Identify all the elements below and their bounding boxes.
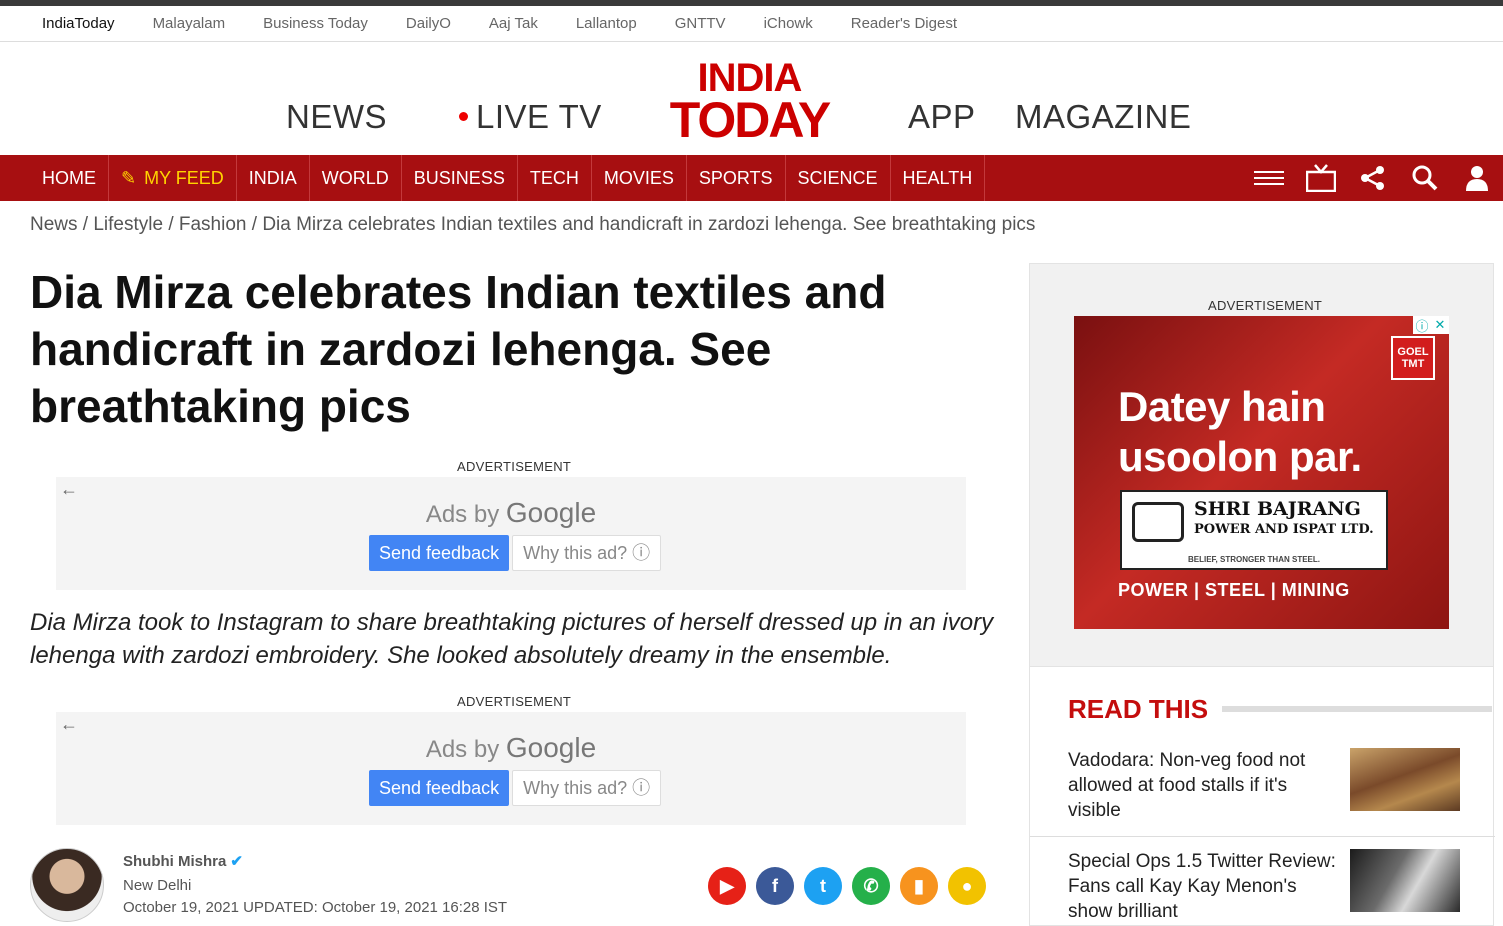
company-tagline: BELIEF, STRONGER THAN STEEL.	[1187, 555, 1320, 564]
nav-movies[interactable]: MOVIES	[592, 155, 687, 201]
sidebar-ad-headline-line1: Datey hain	[1118, 383, 1326, 430]
send-feedback-button[interactable]: Send feedback	[369, 535, 510, 571]
author-avatar[interactable]	[30, 848, 104, 922]
nav-my-feed-label: MY FEED	[144, 168, 224, 188]
google-ad-1: ← Ads by Google Send feedback Why this a…	[56, 477, 966, 590]
logo-line-2: TODAY	[669, 92, 832, 148]
network-link-indiatoday[interactable]: IndiaToday	[42, 15, 115, 32]
goel-tmt-badge: GOEL TMT	[1391, 336, 1435, 380]
company-subname: POWER AND ISPAT LTD.	[1194, 522, 1374, 537]
sidebar-ad-company-box: SHRI BAJRANG POWER AND ISPAT LTD. BELIEF…	[1120, 490, 1388, 570]
menu-icon[interactable]	[1243, 155, 1295, 201]
read-this-item[interactable]: Vadodara: Non-veg food not allowed at fo…	[1068, 748, 1460, 823]
comment-icon[interactable]: ●	[948, 867, 986, 905]
network-bar: IndiaToday Malayalam Business Today Dail…	[0, 6, 1503, 42]
live-dot-icon	[459, 111, 468, 121]
network-link-business-today[interactable]: Business Today	[263, 15, 368, 32]
india-today-logo[interactable]: INDIA TODAY	[657, 58, 842, 148]
app-link[interactable]: APP	[908, 98, 976, 136]
user-icon[interactable]	[1451, 155, 1503, 201]
network-link-readers-digest[interactable]: Reader's Digest	[851, 15, 957, 32]
article-date: October 19, 2021 UPDATED: October 19, 20…	[123, 899, 508, 916]
facebook-icon[interactable]: f	[756, 867, 794, 905]
ads-by-label: Ads by	[425, 501, 500, 528]
author-name-label: Shubhi Mishra	[123, 853, 227, 870]
read-this-item[interactable]: Special Ops 1.5 Twitter Review: Fans cal…	[1068, 849, 1460, 924]
twitter-bird-icon[interactable]: ✔	[230, 853, 243, 870]
network-link-aaj-tak[interactable]: Aaj Tak	[489, 15, 538, 32]
why-this-ad-button[interactable]: Why this ad? ⓘ	[512, 535, 662, 571]
tv-icon[interactable]	[1295, 155, 1347, 201]
whatsapp-icon[interactable]: ✆	[852, 867, 890, 905]
nav-world[interactable]: WORLD	[310, 155, 402, 201]
ads-by-label: Ads by	[425, 736, 500, 763]
google-wordmark: Google	[505, 732, 597, 763]
why-this-ad-button[interactable]: Why this ad? ⓘ	[512, 770, 662, 806]
news-link[interactable]: NEWS	[286, 98, 387, 136]
pencil-icon: ✎	[121, 168, 137, 188]
read-this-item-title[interactable]: Vadodara: Non-veg food not allowed at fo…	[1068, 748, 1338, 823]
live-tv-link[interactable]: LIVE TV	[459, 98, 602, 136]
twitter-icon[interactable]: t	[804, 867, 842, 905]
advertisement-label-2: ADVERTISEMENT	[457, 694, 572, 709]
google-ad-2: ← Ads by Google Send feedback Why this a…	[56, 712, 966, 825]
nav-icons	[1243, 155, 1503, 201]
breadcrumb[interactable]: News / Lifestyle / Fashion / Dia Mirza c…	[30, 214, 1035, 236]
company-name: SHRI BAJRANG	[1194, 498, 1361, 520]
network-link-malayalam[interactable]: Malayalam	[153, 15, 226, 32]
nav-health[interactable]: HEALTH	[891, 155, 986, 201]
youtube-icon[interactable]: ▶	[708, 867, 746, 905]
send-feedback-button[interactable]: Send feedback	[369, 770, 510, 806]
read-this-divider	[1030, 836, 1495, 837]
network-link-dailyo[interactable]: DailyO	[406, 15, 451, 32]
network-link-lallantop[interactable]: Lallantop	[576, 15, 637, 32]
nav-my-feed[interactable]: ✎ MY FEED	[109, 155, 237, 201]
sidebar-ad-footer: POWER | STEEL | MINING	[1118, 580, 1350, 600]
google-wordmark: Google	[505, 497, 597, 528]
article-summary: Dia Mirza took to Instagram to share bre…	[30, 609, 994, 669]
read-this-thumbnail[interactable]	[1350, 849, 1460, 912]
article-headline: Dia Mirza celebrates Indian textiles and…	[30, 266, 887, 432]
read-this-panel: READ THIS Vadodara: Non-veg food not all…	[1029, 666, 1495, 926]
nav-business[interactable]: BUSINESS	[402, 155, 518, 201]
read-this-title: READ THIS	[1068, 694, 1209, 724]
network-link-gnttv[interactable]: GNTTV	[675, 15, 726, 32]
ads-by-google: Ads by Google	[56, 497, 966, 529]
nav-science[interactable]: SCIENCE	[786, 155, 891, 201]
nav-home[interactable]: HOME	[0, 155, 109, 201]
share-icon[interactable]	[1347, 155, 1399, 201]
ads-by-google: Ads by Google	[56, 732, 966, 764]
ad-close-icon[interactable]: ✕	[1431, 316, 1449, 334]
share-icons: ▶ f t ✆ ▮ ●	[708, 867, 996, 905]
main-navbar: HOME ✎ MY FEED INDIA WORLD BUSINESS TECH …	[0, 155, 1503, 201]
network-link-ichowk[interactable]: iChowk	[764, 15, 813, 32]
read-this-item-title[interactable]: Special Ops 1.5 Twitter Review: Fans cal…	[1068, 849, 1338, 924]
author-name[interactable]: Shubhi Mishra ✔	[123, 852, 243, 870]
nav-india[interactable]: INDIA	[237, 155, 310, 201]
sidebar-ad-headline: Datey hain usoolon par.	[1118, 382, 1362, 482]
bookmark-icon[interactable]: ▮	[900, 867, 938, 905]
ad-info-icon[interactable]: ⓘ	[1413, 316, 1431, 334]
sidebar-ad-headline-line2: usoolon par.	[1118, 433, 1362, 480]
read-this-rule	[1222, 706, 1492, 712]
nav-tech[interactable]: TECH	[518, 155, 592, 201]
company-logo-icon	[1132, 502, 1184, 542]
author-location: New Delhi	[123, 877, 192, 894]
nav-sports[interactable]: SPORTS	[687, 155, 786, 201]
live-tv-label: LIVE TV	[476, 98, 602, 135]
advertisement-label-1: ADVERTISEMENT	[457, 459, 572, 474]
sidebar-advertisement-label: ADVERTISEMENT	[1208, 298, 1323, 313]
read-this-thumbnail[interactable]	[1350, 748, 1460, 811]
sidebar-banner-ad[interactable]: ⓘ ✕ GOEL TMT Datey hain usoolon par. SHR…	[1074, 316, 1449, 629]
masthead: NEWS LIVE TV INDIA TODAY APP MAGAZINE	[0, 42, 1503, 155]
search-icon[interactable]	[1399, 155, 1451, 201]
magazine-link[interactable]: MAGAZINE	[1015, 98, 1191, 136]
